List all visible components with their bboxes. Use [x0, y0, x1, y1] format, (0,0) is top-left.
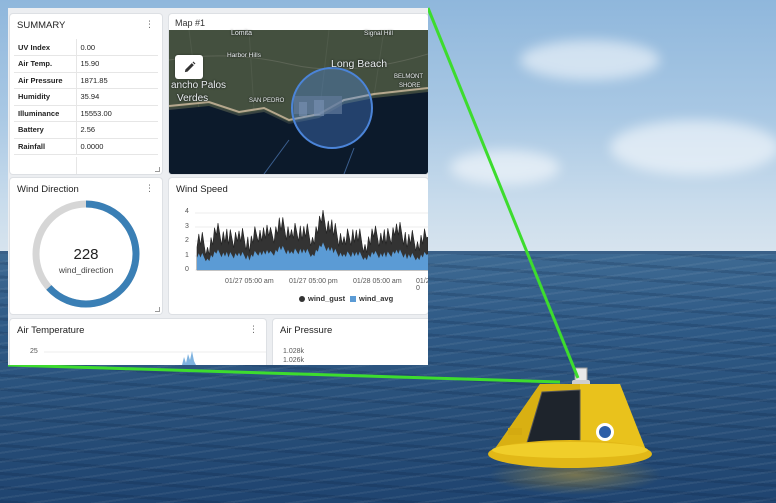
air-temperature-card: Air Temperature ⋮ 25 [10, 319, 266, 365]
summary-value: 15553.00 [76, 105, 158, 122]
cloud [450, 150, 560, 185]
legend-swatch [350, 295, 356, 302]
map-card: Map #1 Long Beach ancho Palos Verdes Lom… [169, 14, 428, 174]
resize-handle[interactable] [155, 167, 160, 172]
wind-speed-card: Wind Speed 4 3 2 1 0 01/27 05:00 am 01/2… [169, 178, 428, 314]
map-label-signal-hill: Signal Hill [364, 30, 393, 37]
summary-row: Humidity 35.94 [14, 88, 158, 106]
map-label-san-pedro: SAN PEDRO [249, 98, 285, 104]
wind-direction-value: 228 [73, 246, 99, 263]
wind-direction-card: Wind Direction ⋮ 228 wind_direction [10, 178, 162, 314]
summary-title: SUMMARY [17, 20, 66, 31]
x-tick-label: 01/27 05:00 am [225, 278, 274, 285]
summary-value: 2.56 [76, 121, 158, 139]
summary-value: 35.94 [76, 88, 158, 106]
summary-key: Rainfall [14, 138, 77, 155]
summary-value: 15.90 [76, 55, 158, 73]
map-label-shore: SHORE [399, 83, 421, 89]
summary-row: Air Pressure 1871.85 [14, 72, 158, 89]
summary-row: Illuminance 15553.00 [14, 105, 158, 122]
summary-card: SUMMARY ⋮ UV Index 0.00 Air Temp. 15.90 Air … [10, 14, 162, 174]
air-temperature-chart [44, 351, 266, 365]
pencil-icon [184, 61, 195, 72]
wind-direction-label: wind_direction [58, 265, 114, 275]
summary-table: UV Index 0.00 Air Temp. 15.90 Air Pressure 18… [14, 39, 158, 155]
map-label-palos-verdes: Verdes [177, 93, 209, 104]
summary-row: Rainfall 0.0000 [14, 138, 158, 155]
location-radius-circle [291, 67, 373, 149]
legend-wind-gust[interactable]: wind_gust [299, 294, 345, 303]
air-pressure-title: Air Pressure [280, 325, 333, 336]
x-tick-label: 01/28 05:00 am [353, 278, 402, 285]
summary-key: Air Temp. [14, 55, 77, 73]
air-pressure-card: Air Pressure 1.028k 1.026k [273, 319, 428, 365]
legend-swatch [299, 295, 305, 302]
cloud [520, 40, 660, 80]
summary-row: Air Temp. 15.90 [14, 55, 158, 73]
summary-value: 1871.85 [76, 72, 158, 89]
map-label-long-beach: Long Beach [331, 58, 388, 70]
map-label-lomita: Lomita [231, 30, 253, 37]
y-tick-label: 1.026k [283, 357, 305, 364]
x-tick-label: 01/28 0 [416, 278, 428, 292]
map-title: Map #1 [175, 18, 206, 28]
legend-wind-avg[interactable]: wind_avg [350, 294, 393, 303]
map-label-belmont: BELMONT [394, 74, 424, 80]
legend-label: wind_avg [359, 294, 394, 303]
summary-key: Humidity [14, 88, 77, 106]
summary-row: Battery 2.56 [14, 121, 158, 139]
cloud [610, 120, 776, 175]
dashboard-screenshot: SUMMARY ⋮ UV Index 0.00 Air Temp. 15.90 Air … [8, 8, 428, 365]
summary-table-footer [14, 157, 158, 174]
legend-label: wind_gust [308, 294, 346, 303]
summary-key: UV Index [14, 39, 77, 56]
satellite-map[interactable]: Long Beach ancho Palos Verdes Lomita Har… [169, 29, 428, 174]
summary-row: UV Index 0.00 [14, 39, 158, 56]
summary-value: 0.0000 [76, 138, 158, 155]
series-air-temperature [182, 351, 196, 365]
map-label-palos-verdes: ancho Palos [171, 80, 227, 91]
summary-key: Battery [14, 121, 77, 139]
summary-value: 0.00 [76, 39, 158, 56]
summary-key: Illuminance [14, 105, 77, 122]
y-tick-label: 1.028k [283, 348, 305, 355]
x-tick-label: 01/27 05:00 pm [289, 278, 338, 285]
summary-key: Air Pressure [14, 72, 77, 89]
resize-handle[interactable] [155, 307, 160, 312]
map-label-harbor-hills: Harbor Hills [227, 52, 261, 59]
buoy-illustration [488, 367, 652, 468]
edit-map-button[interactable] [175, 55, 203, 79]
kebab-menu-icon[interactable]: ⋮ [145, 20, 154, 29]
